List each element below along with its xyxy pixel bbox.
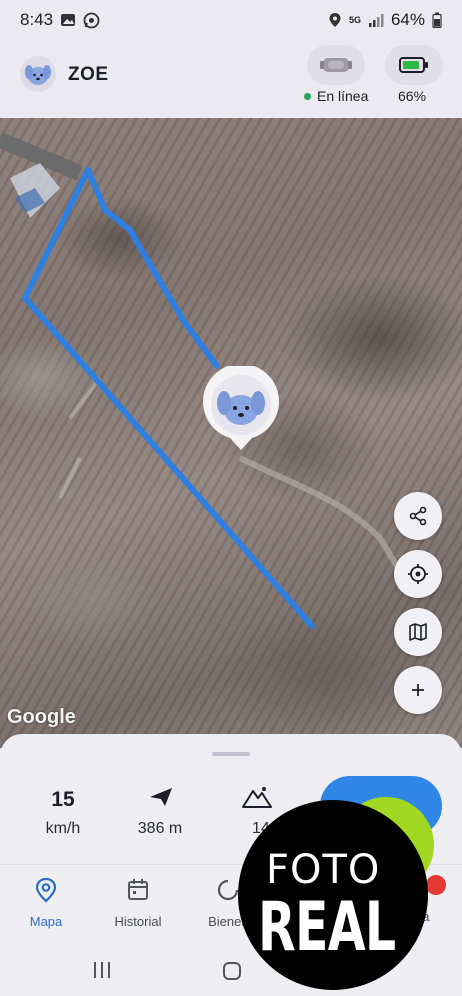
location-pin-icon xyxy=(35,877,57,903)
gallery-icon xyxy=(60,12,76,28)
badge-black-circle: FOTO REAL xyxy=(238,800,428,990)
locate-button[interactable] xyxy=(394,550,442,598)
status-right: 5G 64% xyxy=(328,10,442,30)
notification-dot xyxy=(426,875,446,895)
nav-label-history: Historial xyxy=(114,914,162,929)
google-attribution: Google xyxy=(7,706,76,728)
battery-icon xyxy=(399,57,428,73)
nav-label-map: Mapa xyxy=(29,914,63,929)
tracker-battery-button[interactable] xyxy=(385,45,443,85)
pet-name[interactable]: ZOE xyxy=(68,64,109,86)
location-icon xyxy=(328,12,342,28)
zoom-in-button[interactable] xyxy=(394,666,442,714)
phone-battery-icon xyxy=(432,12,442,28)
terraces xyxy=(58,376,102,499)
plus-icon xyxy=(412,684,424,696)
share-icon xyxy=(409,506,427,526)
speed-value: 15 xyxy=(51,788,75,811)
online-dot xyxy=(304,92,311,100)
pet-avatar[interactable] xyxy=(20,56,56,92)
sheet-handle[interactable] xyxy=(212,752,250,756)
badge-text-real: REAL xyxy=(258,888,396,967)
battery-percent: 64% xyxy=(390,10,425,29)
dog-icon xyxy=(25,65,51,85)
map-layers-button[interactable] xyxy=(394,608,442,656)
speed-unit: km/h xyxy=(45,820,81,837)
recent-apps-icon[interactable] xyxy=(92,961,112,979)
pet-pin-marker xyxy=(203,363,279,450)
calendar-icon xyxy=(128,879,148,900)
map-icon xyxy=(409,623,427,641)
status-time: 8:43 xyxy=(20,10,54,29)
signal-icon xyxy=(368,13,384,27)
pet-location-pin[interactable] xyxy=(202,363,280,452)
share-button[interactable] xyxy=(394,492,442,540)
satellite-map[interactable]: Google xyxy=(0,118,462,748)
tracker-battery-level: 66% xyxy=(398,88,427,104)
foto-real-badge: FOTO REAL xyxy=(238,795,448,995)
distance-value: 386 m xyxy=(137,820,183,837)
status-bar: 8:43 5G 64% xyxy=(0,0,462,40)
online-status: En línea xyxy=(304,88,368,104)
network-type: 5G xyxy=(348,15,361,25)
header: ZOE En línea 66% xyxy=(0,40,462,118)
tracker-device-icon xyxy=(320,58,352,72)
status-left: 8:43 xyxy=(20,10,100,30)
tracker-device-button[interactable] xyxy=(307,45,365,85)
crosshair-icon xyxy=(408,564,428,584)
badge-text-foto: FOTO xyxy=(266,847,381,893)
nav-item-history[interactable]: Historial xyxy=(92,877,184,929)
online-label: En línea xyxy=(317,88,369,104)
whatsapp-icon xyxy=(83,12,100,29)
nav-item-map[interactable]: Mapa xyxy=(0,877,92,929)
navigation-arrow-icon xyxy=(150,788,172,806)
